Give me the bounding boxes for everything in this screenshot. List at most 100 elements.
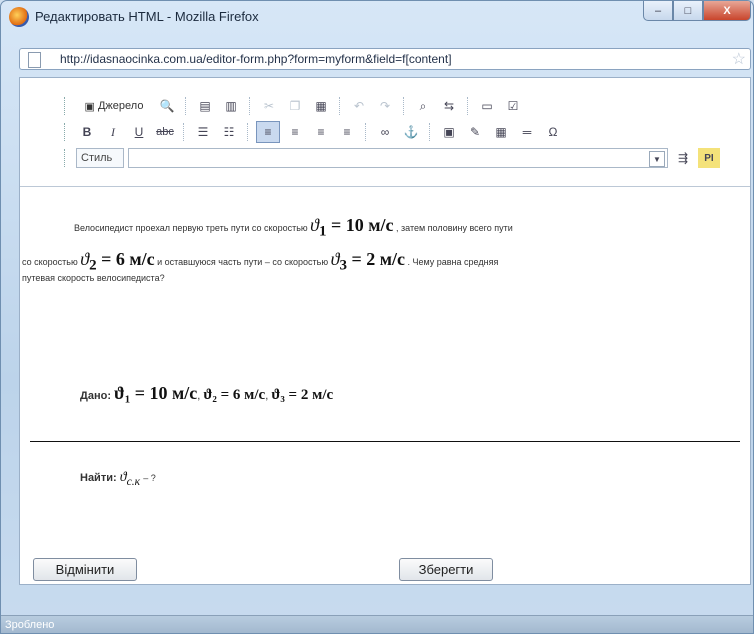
v1-symbol: ϑ — [310, 215, 319, 235]
toolbar-row-2: B I U abc ☰ ☷ ≡ ≡ ≡ ≡ ∞ ⚓ ▣ ✎ ▦ ═ Ω — [64, 120, 564, 144]
title-bar: Редактировать HTML - Mozilla Firefox – □… — [1, 1, 753, 35]
numbered-list-icon[interactable]: ☰ — [192, 122, 214, 142]
toolbar-separator — [339, 97, 341, 115]
spellcheck-icon[interactable]: ☑ — [502, 96, 524, 116]
find-label: Найти: — [80, 472, 117, 484]
browser-window: Редактировать HTML - Mozilla Firefox – □… — [0, 0, 754, 634]
toolbar-separator — [467, 97, 469, 115]
special-char-button[interactable]: Ω — [542, 122, 564, 142]
redo-icon[interactable]: ↷ — [374, 96, 396, 116]
minimize-button[interactable]: – — [643, 1, 673, 21]
find-subscript: с.к — [126, 474, 141, 488]
find-tail: – ? — [143, 473, 156, 483]
url-text: http://idasnaocinka.com.ua/editor-form.p… — [60, 52, 452, 66]
editor-toolbar: ▣ Джерело 🔍 ▤ ▥ ✂ ❐ ▦ ↶ ↷ ⌕ ⇆ ▭ ☑ B I U … — [20, 78, 750, 186]
maximize-button[interactable]: □ — [673, 1, 703, 21]
v3-subscript: 3 — [339, 257, 347, 274]
v1-value: = 10 м/с — [331, 215, 394, 235]
p2-end-text: . Чему равна средняя — [407, 257, 499, 267]
align-left-icon[interactable]: ≡ — [256, 121, 280, 143]
replace-icon[interactable]: ⇆ — [438, 96, 460, 116]
firefox-icon — [9, 7, 29, 27]
window-title: Редактировать HTML - Mozilla Firefox — [35, 9, 259, 24]
find-icon[interactable]: ⌕ — [412, 96, 434, 116]
given-label: Дано: — [80, 390, 111, 402]
given-v3: ϑ₃ = 2 м/с — [271, 387, 334, 403]
star-icon[interactable]: ☆ — [732, 49, 746, 69]
flash-icon[interactable]: ✎ — [464, 122, 486, 142]
toolbar-grip — [64, 97, 68, 115]
formula-v3: ϑ3 = 2 м/с — [331, 249, 405, 274]
status-text: Зроблено — [5, 619, 55, 631]
plugin-icon[interactable]: PI — [698, 148, 720, 168]
chevron-down-icon[interactable]: ▼ — [649, 151, 665, 167]
window-controls: – □ X — [643, 1, 751, 21]
toolbar-row-1: ▣ Джерело 🔍 ▤ ▥ ✂ ❐ ▦ ↶ ↷ ⌕ ⇆ ▭ ☑ — [64, 94, 524, 118]
bullet-list-icon[interactable]: ☷ — [218, 122, 240, 142]
address-bar[interactable]: http://idasnaocinka.com.ua/editor-form.p… — [19, 48, 751, 70]
bold-button[interactable]: B — [76, 122, 98, 142]
style-label: Стиль — [76, 148, 124, 168]
given-line: Дано: ϑ₁ = 10 м/с, ϑ₂ = 6 м/с, ϑ₃ = 2 м/… — [80, 383, 334, 403]
save-button[interactable]: Зберегти — [399, 558, 493, 581]
status-bar: Зроблено — [1, 615, 753, 633]
paste-word-icon[interactable]: ▥ — [220, 96, 242, 116]
p1-start-text: Велосипедист проехал первую треть пути с… — [74, 223, 308, 233]
divider-line — [30, 441, 740, 442]
close-button[interactable]: X — [703, 1, 751, 21]
horizontal-rule-icon[interactable]: ═ — [516, 122, 538, 142]
source-button[interactable]: ▣ Джерело — [76, 96, 152, 116]
toolbar-separator — [249, 97, 251, 115]
strike-button[interactable]: abc — [154, 122, 176, 142]
find-formula: ϑс.к — [119, 470, 141, 488]
paste-icon[interactable]: ▦ — [310, 96, 332, 116]
v3-value: = 2 м/с — [351, 249, 405, 269]
problem-line-3: путевая скорость велосипедиста? — [22, 273, 165, 283]
v2-value: = 6 м/с — [101, 249, 155, 269]
given-v1: ϑ₁ = 10 м/с — [114, 383, 198, 403]
copy-icon[interactable]: ❐ — [284, 96, 306, 116]
v2-symbol: ϑ — [80, 249, 90, 269]
toolbar-separator — [185, 97, 187, 115]
problem-line-2: со скоростью ϑ2 = 6 м/с и оставшуюся час… — [22, 249, 498, 275]
table-icon[interactable]: ▦ — [490, 122, 512, 142]
p2-mid-text: и оставшуюся часть пути – со скоростью — [157, 257, 329, 267]
v1-subscript: 1 — [319, 223, 327, 240]
anchor-icon[interactable]: ⚓ — [400, 122, 422, 142]
style-select[interactable]: ▼ — [128, 148, 668, 168]
toolbar-separator — [429, 123, 431, 141]
italic-button[interactable]: I — [102, 122, 124, 142]
image-icon[interactable]: ▣ — [438, 122, 460, 142]
toolbar-separator — [247, 123, 249, 141]
source-label: Джерело — [97, 100, 144, 112]
formula-v1: ϑ1 = 10 м/с — [310, 215, 394, 240]
formula-v2: ϑ2 = 6 м/с — [80, 249, 155, 274]
p2-start-text: со скоростью — [22, 257, 78, 267]
toolbar-separator — [365, 123, 367, 141]
preview-icon[interactable]: 🔍 — [156, 96, 178, 116]
toolbar-separator — [403, 97, 405, 115]
p1-end-text: , затем половину всего пути — [396, 223, 513, 233]
page-content: ▣ Джерело 🔍 ▤ ▥ ✂ ❐ ▦ ↶ ↷ ⌕ ⇆ ▭ ☑ B I U … — [19, 77, 751, 585]
find-line: Найти: ϑс.к – ? — [80, 470, 156, 488]
cancel-button[interactable]: Відмінити — [33, 558, 137, 581]
align-right-icon[interactable]: ≡ — [310, 122, 332, 142]
find-symbol: ϑ — [119, 470, 127, 485]
format-icon[interactable]: ⇶ — [672, 148, 694, 168]
underline-button[interactable]: U — [128, 122, 150, 142]
align-center-icon[interactable]: ≡ — [284, 122, 306, 142]
select-all-icon[interactable]: ▭ — [476, 96, 498, 116]
toolbar-separator — [183, 123, 185, 141]
editor-area[interactable]: Велосипедист проехал первую треть пути с… — [20, 186, 750, 549]
toolbar-grip — [64, 123, 68, 141]
toolbar-grip — [64, 149, 68, 167]
link-icon[interactable]: ∞ — [374, 122, 396, 142]
problem-line-1: Велосипедист проехал первую треть пути с… — [74, 215, 513, 241]
undo-icon[interactable]: ↶ — [348, 96, 370, 116]
justify-icon[interactable]: ≡ — [336, 122, 358, 142]
cut-icon[interactable]: ✂ — [258, 96, 280, 116]
v2-subscript: 2 — [89, 257, 97, 274]
paste-text-icon[interactable]: ▤ — [194, 96, 216, 116]
toolbar-row-3: Стиль ▼ ⇶ PI — [64, 146, 720, 170]
given-v2: ϑ₂ = 6 м/с — [203, 387, 266, 403]
